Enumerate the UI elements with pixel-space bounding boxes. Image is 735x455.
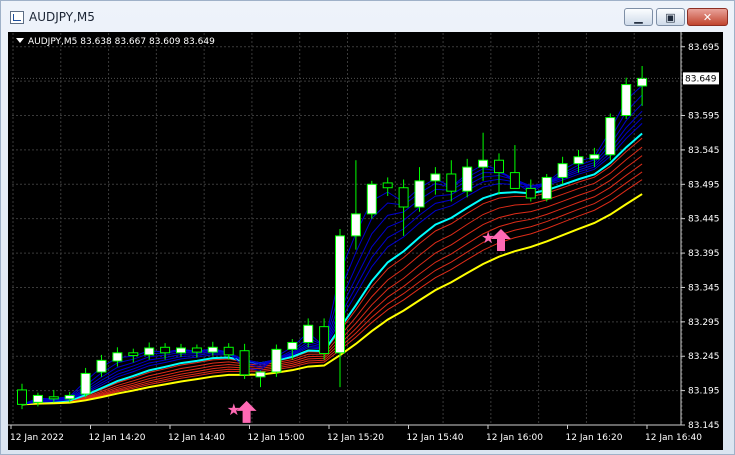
candle-bull	[637, 77, 648, 87]
y-tick-label: 83.295	[688, 318, 720, 328]
chart-area[interactable]: 83.695 83.595 83.545 83.495 83.445 83.395 83.3…	[8, 32, 723, 450]
y-tick-label: 83.345	[688, 283, 720, 293]
y-tick-label: 83.195	[688, 387, 720, 397]
candle-bull	[414, 180, 425, 208]
candle-bear	[223, 346, 234, 356]
x-tick-label: 12 Jan 14:40	[168, 433, 225, 443]
candle-bull	[32, 394, 43, 403]
candle-bull	[462, 166, 473, 192]
candle-bull	[605, 117, 616, 156]
candle-bull	[366, 183, 377, 215]
y-tick-label: 83.445	[688, 215, 720, 225]
x-tick-label: 12 Jan 2022	[10, 433, 64, 443]
ohlc-info-text: AUDJPY,M5 83.638 83.667 83.609 83.649	[28, 37, 215, 47]
candle-bull	[96, 359, 107, 373]
x-tick-label: 12 Jan 15:40	[407, 433, 464, 443]
y-tick-label: 83.545	[688, 146, 720, 156]
candle-bull	[112, 352, 123, 362]
minimize-icon: ▁	[634, 10, 643, 24]
y-tick-label: 83.145	[688, 421, 720, 431]
candle-bull	[335, 235, 345, 354]
chart-window-icon	[10, 11, 24, 24]
candle-bull	[541, 176, 552, 200]
minimize-button[interactable]: ▁	[624, 8, 653, 26]
candle-bear	[48, 396, 59, 400]
candle-bull	[621, 84, 632, 117]
candle-bull	[303, 324, 314, 343]
candle-bull	[478, 159, 489, 168]
candle-bull	[271, 348, 282, 373]
y-tick-label: 83.245	[688, 352, 720, 362]
close-button[interactable]: ✕	[687, 8, 728, 26]
title-bar[interactable]: AUDJPY,M5 ▁ ▣ ✕	[1, 1, 734, 33]
close-icon: ✕	[702, 10, 713, 24]
candle-bear	[398, 187, 409, 208]
x-tick-label: 12 Jan 16:40	[645, 433, 702, 443]
candle-bull	[287, 341, 298, 350]
candle-bull	[64, 394, 75, 400]
maximize-icon: ▣	[665, 10, 676, 24]
candle-bear	[509, 172, 520, 189]
candle-bull	[573, 156, 584, 165]
candle-bear	[128, 352, 139, 357]
y-tick-label: 83.495	[688, 180, 720, 190]
current-price-label: 83.649	[685, 74, 717, 84]
slow-ma-line	[21, 171, 643, 405]
candle-bear	[239, 350, 250, 376]
candle-bear	[160, 346, 171, 354]
candle-bear	[525, 187, 536, 199]
candle-bear	[446, 173, 457, 192]
candle-bear	[382, 182, 393, 189]
candle-bull	[430, 173, 441, 182]
y-tick-label: 83.695	[688, 43, 720, 53]
aqua-ma-line	[21, 132, 643, 406]
candle-bull	[350, 213, 361, 237]
candle-bull	[207, 346, 218, 353]
candle-bull	[144, 347, 155, 356]
candlestick-chart[interactable]: 83.695 83.595 83.545 83.495 83.445 83.395 83.3…	[8, 32, 723, 450]
y-tick-label: 83.595	[688, 112, 720, 122]
candle-bear	[191, 347, 202, 353]
maximize-button[interactable]: ▣	[656, 8, 685, 26]
candle-bear	[319, 326, 330, 354]
symbol-info: AUDJPY,M5 83.638 83.667 83.609 83.649	[16, 37, 215, 47]
x-tick-label: 12 Jan 15:20	[327, 433, 384, 443]
x-tick-label: 12 Jan 15:00	[248, 433, 305, 443]
candle-bull	[255, 371, 266, 378]
chart-window: AUDJPY,M5 ▁ ▣ ✕ 83.695 83.595 83.545 83.495…	[0, 0, 735, 455]
x-tick-label: 12 Jan 16:00	[486, 433, 543, 443]
candle-bull	[589, 154, 600, 160]
y-tick-label: 83.395	[688, 249, 720, 259]
dropdown-triangle-icon	[16, 38, 24, 43]
candle-bear	[494, 159, 504, 174]
candle-bear	[17, 389, 27, 405]
candle-bull	[557, 163, 568, 178]
fast-ma-line	[21, 123, 643, 405]
x-tick-label: 12 Jan 14:20	[89, 433, 146, 443]
window-title: AUDJPY,M5	[29, 10, 95, 24]
candle-bull	[80, 372, 91, 395]
x-tick-label: 12 Jan 16:20	[566, 433, 623, 443]
candle-bull	[176, 347, 186, 354]
